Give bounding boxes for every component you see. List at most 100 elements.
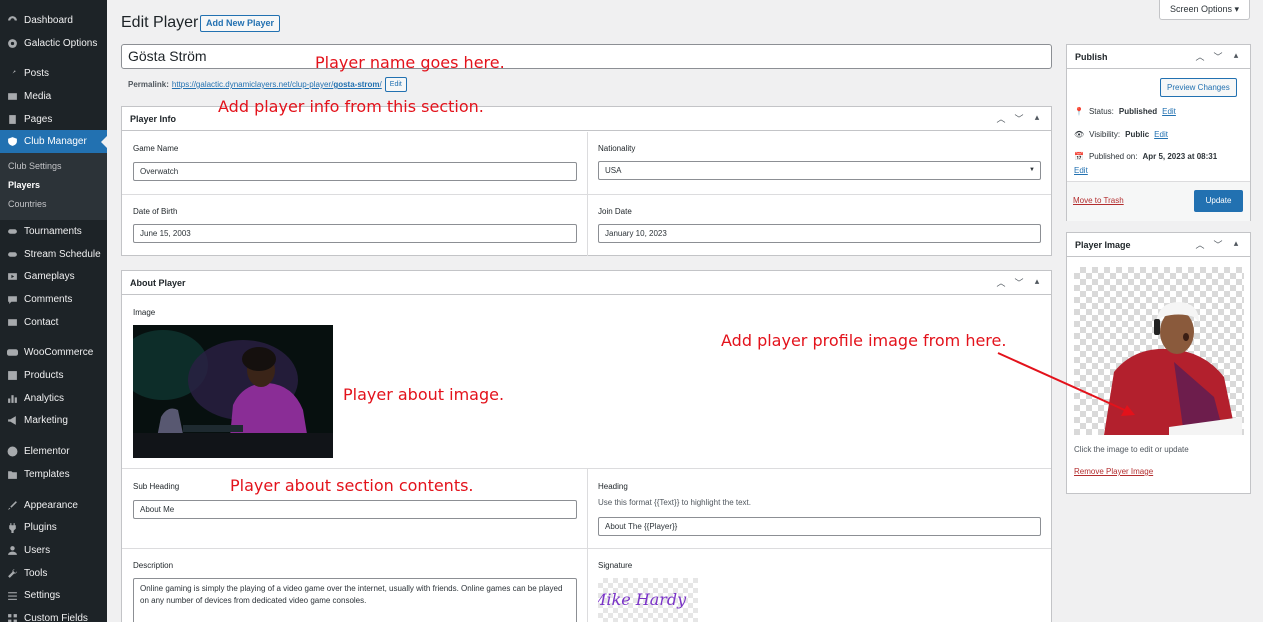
sidebar-item-woocommerce[interactable]: WooCommerce (0, 342, 107, 365)
sidebar-item-pages[interactable]: Pages (0, 108, 107, 131)
heading-label: Heading (598, 482, 628, 491)
description-text: Online gaming is simply the playing of a… (140, 584, 563, 605)
sidebar-item-analytics[interactable]: Analytics (0, 387, 107, 410)
chart-icon (6, 392, 18, 404)
gamepad-icon (6, 248, 18, 260)
move-down-icon[interactable]: ﹀ (1211, 238, 1225, 251)
publish-box: Publish ︿ ﹀ ▴ Preview Changes 📍 Status: Publ… (1066, 44, 1251, 221)
nationality-value: USA (605, 166, 622, 175)
move-down-icon[interactable]: ﹀ (1012, 112, 1026, 125)
woo-icon (6, 347, 18, 359)
box-controls: ︿ ﹀ ▴ (1193, 50, 1243, 63)
permalink-link[interactable]: https://galactic.dynamiclayers.net/clup-… (172, 80, 382, 89)
sidebar-item-label: Appearance (24, 499, 78, 511)
move-up-icon[interactable]: ︿ (1193, 50, 1207, 63)
sidebar-item-products[interactable]: Products (0, 364, 107, 387)
screen-options-button[interactable]: Screen Options ▾ (1158, 0, 1250, 20)
move-up-icon[interactable]: ︿ (1193, 238, 1207, 251)
sidebar-item-posts[interactable]: Posts (0, 62, 107, 85)
player-name-input[interactable]: Gösta Ström (121, 44, 1052, 69)
published-edit-row: Edit (1074, 166, 1088, 175)
sidebar-item-stream-schedule[interactable]: Stream Schedule (0, 243, 107, 266)
image-label: Image (133, 308, 156, 317)
sidebar-item-label: Tools (24, 567, 48, 579)
move-down-icon[interactable]: ﹀ (1012, 276, 1026, 289)
submenu-countries[interactable]: Countries (0, 195, 107, 214)
shield-icon (6, 136, 18, 148)
sidebar-item-settings[interactable]: Settings (0, 584, 107, 607)
sub-heading-input[interactable]: About Me (133, 500, 577, 519)
annotation-about-contents: Player about section contents. (230, 476, 474, 495)
toggle-icon[interactable]: ▴ (1229, 238, 1243, 251)
sidebar-item-contact[interactable]: Contact (0, 311, 107, 334)
sidebar-item-tools[interactable]: Tools (0, 562, 107, 585)
join-date-input[interactable]: January 10, 2023 (598, 224, 1041, 243)
dob-input[interactable]: June 15, 2003 (133, 224, 577, 243)
sidebar-item-label: Pages (24, 113, 53, 125)
sliders-icon (6, 590, 18, 602)
status-edit-link[interactable]: Edit (1162, 107, 1176, 116)
status-value: Published (1118, 107, 1158, 116)
gamer-photo (133, 325, 333, 458)
signature-image[interactable]: Mike Hardy (598, 578, 698, 622)
sidebar-item-dashboard[interactable]: Dashboard (0, 9, 107, 32)
signature-text: Mike Hardy (598, 590, 687, 609)
submenu-club-settings[interactable]: Club Settings (0, 157, 107, 176)
sidebar-item-label: Contact (24, 316, 59, 328)
eye-icon: 👁 (1074, 130, 1085, 139)
sidebar-item-label: Products (24, 370, 64, 382)
preview-changes-button[interactable]: Preview Changes (1160, 78, 1237, 97)
sidebar-item-users[interactable]: Users (0, 539, 107, 562)
sidebar-item-elementor[interactable]: Elementor (0, 440, 107, 463)
published-edit-link[interactable]: Edit (1074, 166, 1088, 175)
annotation-player-info: Add player info from this section. (218, 97, 484, 116)
sidebar-item-comments[interactable]: Comments (0, 288, 107, 311)
sidebar-item-label: Stream Schedule (24, 248, 101, 260)
heading-input[interactable]: About The {{Player}} (598, 517, 1041, 536)
player-image-hint: Click the image to edit or update (1074, 445, 1189, 454)
sidebar-item-appearance[interactable]: Appearance (0, 494, 107, 517)
sidebar-item-tournaments[interactable]: Tournaments (0, 220, 107, 243)
nationality-select[interactable]: USA ▼ (598, 161, 1041, 180)
move-up-icon[interactable]: ︿ (994, 276, 1008, 289)
signature-label: Signature (598, 561, 633, 570)
toggle-icon[interactable]: ▴ (1030, 276, 1044, 289)
toggle-icon[interactable]: ▴ (1229, 50, 1243, 63)
sidebar-item-label: Marketing (24, 415, 68, 427)
published-on-row: 📅 Published on: Apr 5, 2023 at 08:31 (1074, 152, 1217, 161)
pin-icon (6, 68, 18, 80)
remove-player-image-link[interactable]: Remove Player Image (1074, 467, 1153, 476)
sidebar-item-marketing[interactable]: Marketing (0, 410, 107, 433)
comment-icon (6, 294, 18, 306)
move-to-trash-link[interactable]: Move to Trash (1073, 196, 1124, 205)
move-up-icon[interactable]: ︿ (994, 112, 1008, 125)
update-button[interactable]: Update (1194, 190, 1243, 212)
plug-icon (6, 522, 18, 534)
sidebar-item-plugins[interactable]: Plugins (0, 516, 107, 539)
status-row: 📍 Status: Published Edit (1074, 107, 1176, 116)
visibility-edit-link[interactable]: Edit (1154, 130, 1168, 139)
sidebar-item-media[interactable]: Media (0, 85, 107, 108)
gear-icon (6, 37, 18, 49)
annotation-profile-image: Add player profile image from here. (721, 331, 1007, 350)
sidebar-item-club-manager[interactable]: Club Manager (0, 130, 107, 154)
sidebar-item-galactic-options[interactable]: Galactic Options (0, 32, 107, 55)
chevron-down-icon: ▼ (1029, 167, 1035, 173)
box-icon (6, 370, 18, 382)
folder-icon (6, 468, 18, 480)
permalink-url-end: / (379, 80, 382, 89)
sidebar-item-label: Templates (24, 468, 70, 480)
description-textarea[interactable]: Online gaming is simply the playing of a… (133, 578, 577, 622)
about-image[interactable] (133, 325, 333, 458)
sidebar-item-custom-fields[interactable]: Custom Fields (0, 607, 107, 622)
sidebar-item-templates[interactable]: Templates (0, 463, 107, 486)
move-down-icon[interactable]: ﹀ (1211, 50, 1225, 63)
publish-actions: Move to Trash Update (1067, 181, 1250, 221)
toggle-icon[interactable]: ▴ (1030, 112, 1044, 125)
submenu-players[interactable]: Players (0, 176, 107, 195)
published-value: Apr 5, 2023 at 08:31 (1142, 152, 1218, 161)
game-name-input[interactable]: Overwatch (133, 162, 577, 181)
sidebar-item-gameplays[interactable]: Gameplays (0, 266, 107, 289)
add-new-player-button[interactable]: Add New Player (200, 15, 281, 32)
permalink-edit-button[interactable]: Edit (384, 77, 407, 92)
